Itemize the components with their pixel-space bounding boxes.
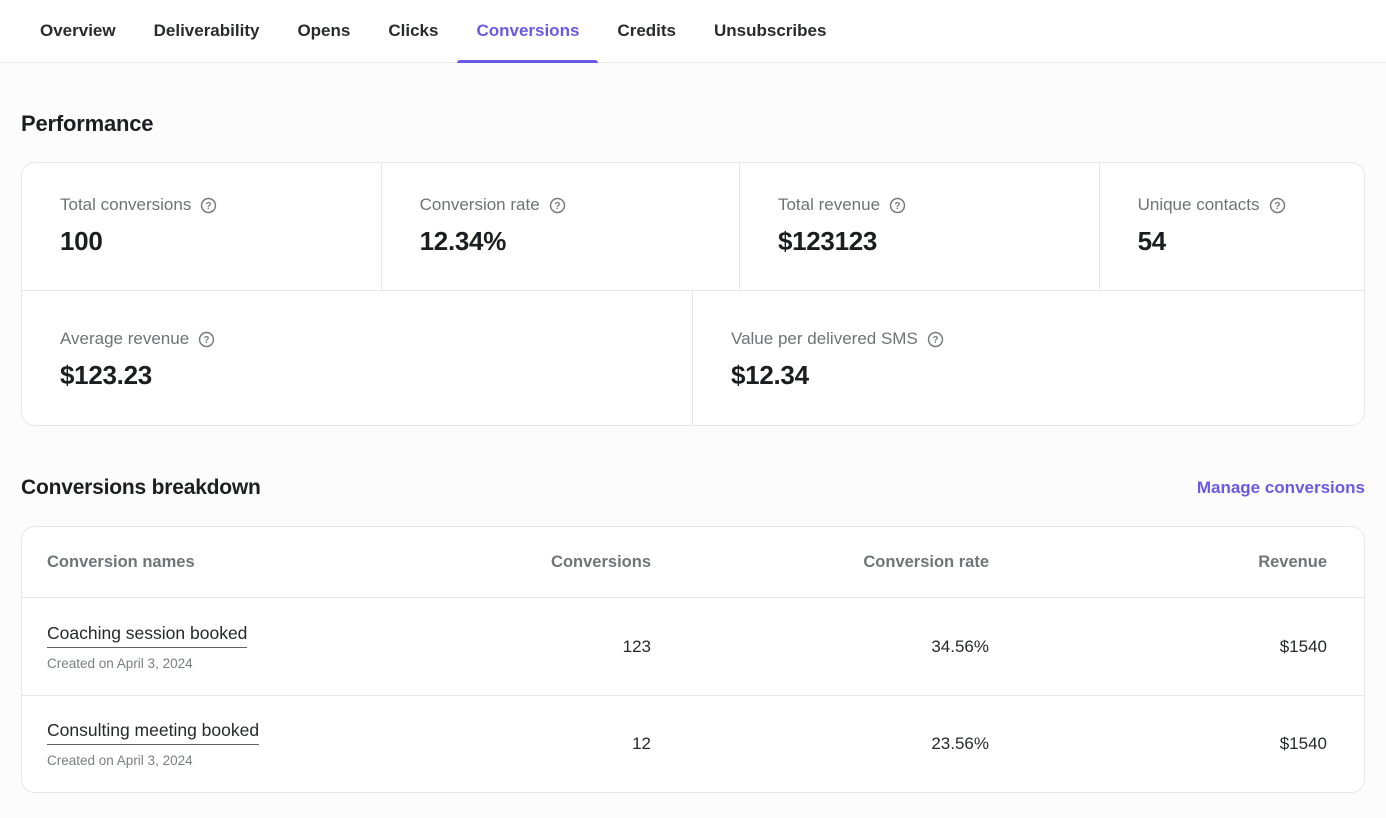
svg-text:?: ?: [206, 201, 212, 212]
col-revenue: Revenue: [989, 553, 1327, 572]
svg-text:?: ?: [1274, 201, 1280, 212]
metric-value: $12.34: [731, 360, 1334, 391]
tab-deliverability[interactable]: Deliverability: [135, 0, 279, 62]
metric-value: 54: [1138, 226, 1334, 257]
manage-conversions-link[interactable]: Manage conversions: [1197, 478, 1365, 498]
table-header-row: Conversion names Conversions Conversion …: [22, 527, 1364, 598]
metrics-row-2: Average revenue ? $123.23 Value per deli…: [22, 291, 1364, 425]
conversion-created-date: Created on April 3, 2024: [47, 656, 441, 671]
breakdown-header: Conversions breakdown Manage conversions: [21, 476, 1365, 500]
tab-clicks[interactable]: Clicks: [369, 0, 457, 62]
conversion-rate-cell: 23.56%: [651, 734, 989, 754]
metric-label: Total revenue: [778, 195, 880, 215]
metric-label: Value per delivered SMS: [731, 329, 918, 349]
metric-unique-contacts: Unique contacts ? 54: [1100, 163, 1364, 291]
metric-average-revenue: Average revenue ? $123.23: [22, 291, 693, 425]
metric-label: Total conversions: [60, 195, 191, 215]
help-icon[interactable]: ?: [549, 197, 566, 214]
tab-opens[interactable]: Opens: [278, 0, 369, 62]
help-icon[interactable]: ?: [200, 197, 217, 214]
conversion-name-link[interactable]: Consulting meeting booked: [47, 720, 259, 745]
col-conversion-rate: Conversion rate: [651, 553, 989, 572]
conversions-cell: 123: [441, 637, 651, 657]
svg-text:?: ?: [895, 201, 901, 212]
metric-value: $123.23: [60, 360, 662, 391]
tab-credits[interactable]: Credits: [598, 0, 695, 62]
conversions-cell: 12: [441, 734, 651, 754]
conversions-table: Conversion names Conversions Conversion …: [21, 526, 1365, 793]
col-conversions: Conversions: [441, 553, 651, 572]
tab-unsubscribes[interactable]: Unsubscribes: [695, 0, 845, 62]
metric-conversion-rate: Conversion rate ? 12.34%: [382, 163, 740, 291]
metric-label: Average revenue: [60, 329, 189, 349]
help-icon[interactable]: ?: [927, 331, 944, 348]
help-icon[interactable]: ?: [198, 331, 215, 348]
conversions-panel: Performance Total conversions ? 100 Conv…: [0, 111, 1386, 793]
tab-conversions[interactable]: Conversions: [457, 0, 598, 62]
tab-overview[interactable]: Overview: [21, 0, 135, 62]
help-icon[interactable]: ?: [1269, 197, 1286, 214]
metrics-row-1: Total conversions ? 100 Conversion rate …: [22, 163, 1364, 291]
metric-label: Conversion rate: [420, 195, 540, 215]
svg-text:?: ?: [554, 201, 560, 212]
help-icon[interactable]: ?: [889, 197, 906, 214]
conversion-created-date: Created on April 3, 2024: [47, 753, 441, 768]
metric-value-per-delivered-sms: Value per delivered SMS ? $12.34: [693, 291, 1364, 425]
metric-value: $123123: [778, 226, 1069, 257]
table-row: Consulting meeting booked Created on Apr…: [22, 695, 1364, 792]
metric-value: 12.34%: [420, 226, 709, 257]
breakdown-title: Conversions breakdown: [21, 476, 261, 500]
metric-total-revenue: Total revenue ? $123123: [740, 163, 1100, 291]
stats-tabbar: Overview Deliverability Opens Clicks Con…: [0, 0, 1386, 63]
conversion-rate-cell: 34.56%: [651, 637, 989, 657]
metric-label: Unique contacts: [1138, 195, 1260, 215]
col-conversion-names: Conversion names: [47, 553, 441, 572]
table-row: Coaching session booked Created on April…: [22, 598, 1364, 695]
conversion-name-link[interactable]: Coaching session booked: [47, 623, 247, 648]
conversion-name-cell: Consulting meeting booked Created on Apr…: [47, 720, 441, 768]
revenue-cell: $1540: [989, 734, 1327, 754]
revenue-cell: $1540: [989, 637, 1327, 657]
svg-text:?: ?: [204, 335, 210, 346]
metric-total-conversions: Total conversions ? 100: [22, 163, 382, 291]
metric-value: 100: [60, 226, 351, 257]
conversion-name-cell: Coaching session booked Created on April…: [47, 623, 441, 671]
svg-text:?: ?: [932, 335, 938, 346]
performance-title: Performance: [21, 111, 1365, 137]
performance-metrics-card: Total conversions ? 100 Conversion rate …: [21, 162, 1365, 426]
